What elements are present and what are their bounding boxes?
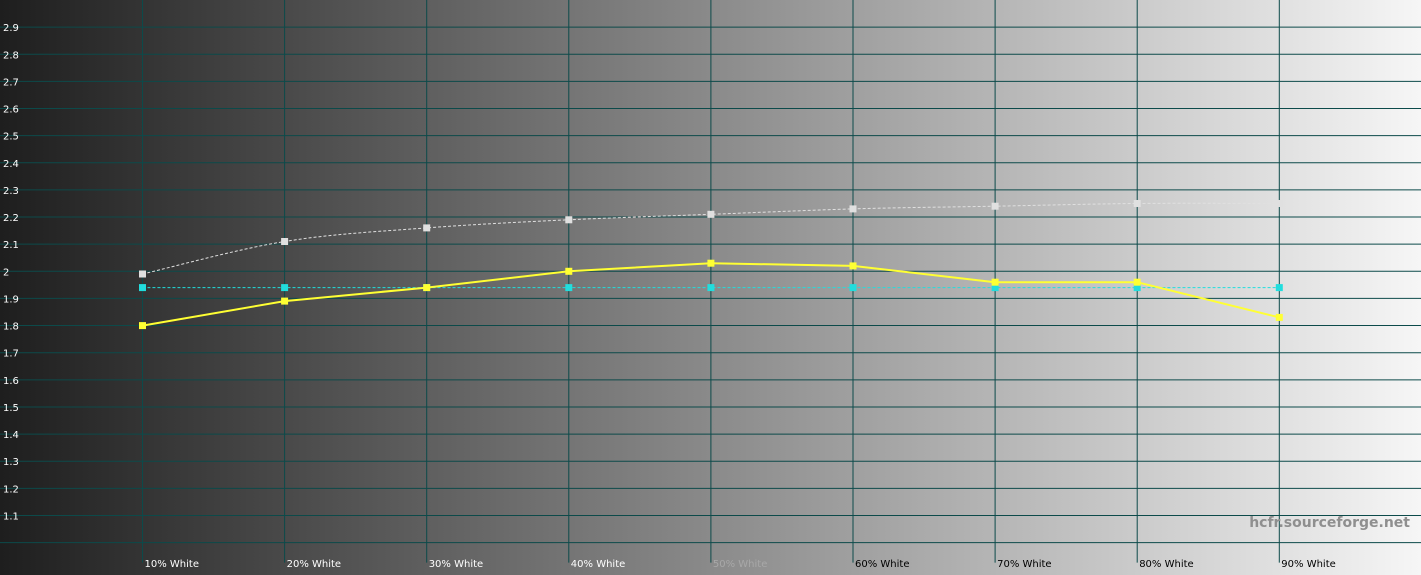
y-tick-label: 2.5 <box>3 132 19 143</box>
x-tick-label: 40% White <box>571 559 625 570</box>
x-tick-label: 90% White <box>1281 559 1335 570</box>
data-point <box>565 284 573 292</box>
y-tick-label: 2.4 <box>3 159 19 170</box>
y-tick-label: 1.8 <box>3 322 19 333</box>
y-tick-label: 2.7 <box>3 77 19 88</box>
y-tick-label: 1.2 <box>3 484 19 495</box>
data-point <box>281 284 289 292</box>
x-tick-label: 50% White <box>713 559 767 570</box>
x-tick-label: 10% White <box>145 559 199 570</box>
data-point <box>991 202 999 210</box>
y-tick-label: 2 <box>3 267 9 278</box>
gamma-chart: 1.1 1.2 1.3 1.4 1.5 1.6 1.7 1.8 1.9 2 2.1 2.2 2.3 2.4… <box>0 0 1421 575</box>
data-point <box>423 284 431 292</box>
data-point <box>1275 284 1283 292</box>
x-tick-label: 70% White <box>997 559 1051 570</box>
y-tick-label: 2.2 <box>3 213 19 224</box>
data-point <box>281 238 289 245</box>
data-point <box>707 210 715 218</box>
y-tick-label: 2.9 <box>3 23 19 34</box>
y-tick-label: 1.1 <box>3 511 19 522</box>
data-point <box>565 267 573 275</box>
y-tick-label: 2.1 <box>3 240 19 251</box>
data-point <box>1275 313 1283 321</box>
data-point <box>849 205 857 213</box>
data-point <box>707 259 715 267</box>
x-tick-label: 30% White <box>429 559 483 570</box>
y-tick-label: 1.7 <box>3 349 19 360</box>
data-point <box>991 278 999 286</box>
x-tick-label: 80% White <box>1139 559 1193 570</box>
data-point <box>1133 278 1141 286</box>
data-point <box>1275 200 1283 207</box>
y-tick-label: 1.5 <box>3 403 19 414</box>
gamma-plot: 1.1 1.2 1.3 1.4 1.5 1.6 1.7 1.8 1.9 2 2.1 2.2 2.3 2.4… <box>0 0 1421 575</box>
data-point <box>139 322 146 330</box>
data-point <box>1133 200 1141 207</box>
y-tick-label: 1.9 <box>3 294 19 305</box>
watermark: hcfr.sourceforge.net <box>1249 515 1410 531</box>
data-point <box>139 284 146 292</box>
y-tick-label: 2.8 <box>3 50 19 61</box>
data-point <box>849 262 857 270</box>
data-point <box>281 297 289 305</box>
y-tick-label: 1.6 <box>3 376 19 387</box>
data-point <box>139 270 146 278</box>
data-point <box>707 284 715 292</box>
x-tick-label: 60% White <box>855 559 909 570</box>
y-tick-label: 2.6 <box>3 105 19 116</box>
x-tick-labels: 10% White 20% White 30% White 40% White 50% … <box>145 559 1336 570</box>
data-point <box>849 284 857 292</box>
y-tick-label: 1.3 <box>3 457 19 468</box>
data-point <box>423 224 431 232</box>
y-tick-label: 1.4 <box>3 430 19 441</box>
data-point <box>565 216 573 224</box>
y-tick-label: 2.3 <box>3 186 19 197</box>
x-tick-label: 20% White <box>287 559 341 570</box>
